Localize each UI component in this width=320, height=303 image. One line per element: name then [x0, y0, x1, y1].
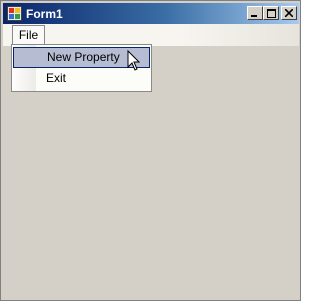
minimize-icon	[251, 15, 257, 17]
maximize-button[interactable]	[263, 6, 279, 20]
window-title: Form1	[26, 6, 63, 21]
menu-item-exit[interactable]: Exit	[13, 69, 150, 90]
caption-buttons	[247, 6, 297, 20]
mouse-pointer-icon	[127, 50, 141, 71]
title-bar[interactable]: Form1	[3, 3, 299, 24]
minimize-button[interactable]	[247, 6, 263, 20]
maximize-icon	[266, 8, 276, 18]
close-button[interactable]	[281, 6, 297, 20]
form-icon[interactable]	[7, 6, 22, 21]
close-icon	[285, 9, 293, 17]
menu-bar: File	[3, 24, 299, 46]
file-menu[interactable]: File	[12, 25, 45, 45]
